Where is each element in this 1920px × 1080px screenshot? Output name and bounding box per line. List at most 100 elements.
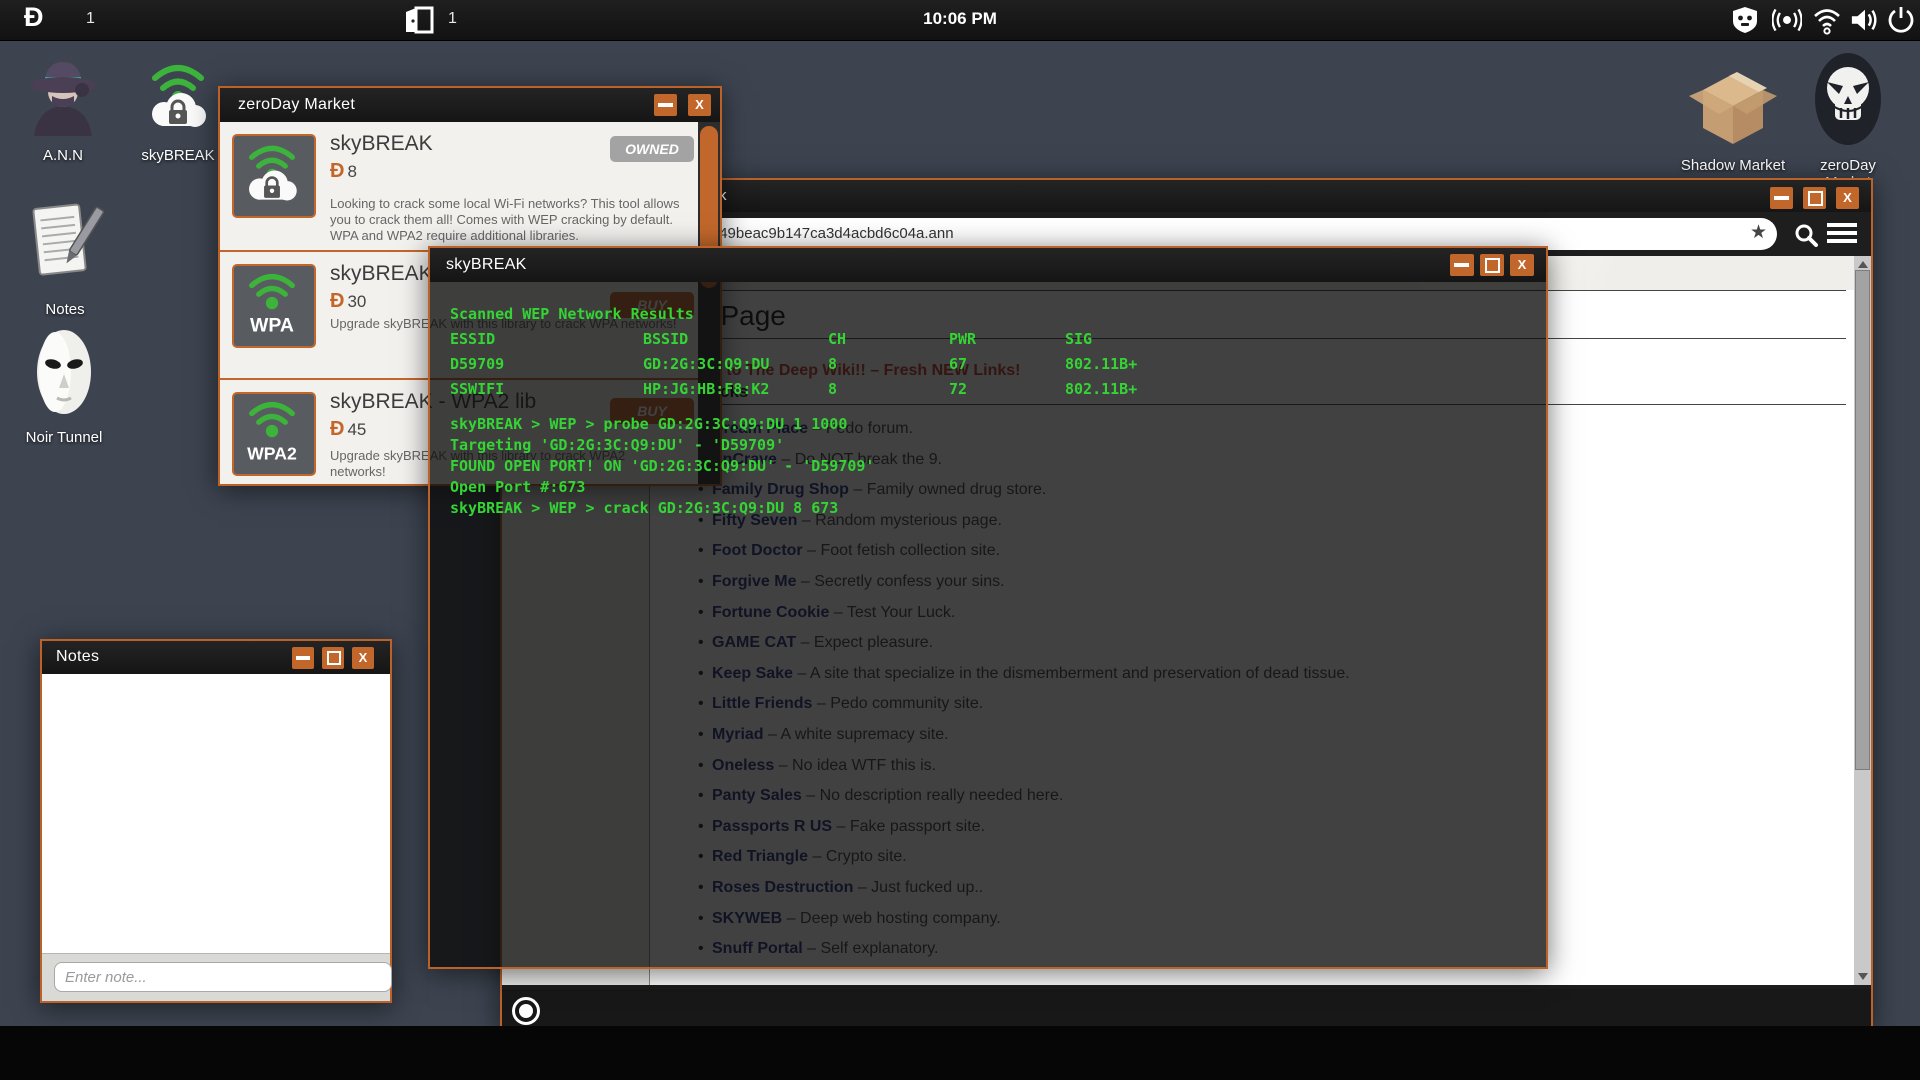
notes-footer (42, 953, 392, 1001)
clock: 10:06 PM (923, 9, 997, 28)
desktop-icon-label: skyBREAK (141, 147, 215, 164)
volume-icon[interactable] (1850, 5, 1880, 35)
terminal-titlebar[interactable]: skyBREAK X (430, 248, 1546, 282)
terminal-command: Targeting 'GD:2G:3C:Q9:DU' - 'D59709' (450, 436, 785, 454)
terminal-command: Open Port #:673 (450, 478, 586, 496)
ann-hacker-icon (30, 62, 96, 136)
menu-hamburger-icon[interactable] (1827, 223, 1857, 243)
desktop-icon-label: Notes (45, 301, 85, 318)
col-header: BSSID (643, 330, 689, 348)
item-description: Looking to crack some local Wi-Fi networ… (330, 196, 680, 243)
skybreak-cloud-lock-icon (152, 65, 206, 127)
terminal-close-button[interactable]: X (1510, 254, 1534, 276)
bookmark-star-icon[interactable]: ★ (1750, 221, 1767, 244)
browser-scrollbar[interactable] (1854, 256, 1871, 985)
currency-icon: Đ (330, 160, 345, 182)
svg-text:WPA: WPA (250, 314, 294, 336)
item-icon-cloud-lock (232, 134, 316, 218)
table-cell: D59709 (450, 355, 505, 373)
col-header: PWR (949, 330, 977, 348)
noir-mask-icon (37, 330, 91, 414)
market-minimize-button[interactable] (654, 94, 677, 116)
table-cell: 8 (828, 355, 838, 373)
notes-window: Notes X (40, 639, 392, 1003)
url-text: 905f49beac9b147ca3d4acbd6c04a.ann (690, 225, 954, 242)
cardboard-box-icon (1689, 72, 1777, 144)
col-header: ESSID (450, 330, 496, 348)
desktop: A.N.N skyBREAK Notes Noir Tunnel Shadow … (0, 0, 1920, 1080)
record-indicator-icon[interactable] (512, 997, 540, 1025)
table-cell: GD:2G:3C:Q9:DU (643, 355, 770, 373)
power-icon[interactable] (1886, 5, 1916, 35)
browser-close-button[interactable]: X (1836, 187, 1859, 209)
desktop-icon-label: A.N.N (42, 147, 83, 164)
desktop-icon-label: Noir Tunnel (25, 429, 103, 446)
door-count: 1 (448, 10, 457, 27)
terminal-window-title: skyBREAK (446, 256, 527, 273)
browser-maximize-button[interactable] (1803, 187, 1826, 209)
table-cell: SSWIFI (450, 380, 505, 398)
currency-icon: Đ (24, 2, 44, 32)
table-cell: 802.11B+ (1065, 380, 1138, 398)
terminal-command: skyBREAK > WEP > crack GD:2G:3C:Q9:DU 8 … (450, 499, 839, 517)
desktop-icon-zeroday-market[interactable]: zeroDay Market (1796, 52, 1900, 191)
table-cell: 802.11B+ (1065, 355, 1138, 373)
item-price: Đ8 (330, 160, 357, 182)
market-item-skybreak[interactable]: skyBREAK Đ8 OWNED Looking to crack some … (220, 122, 720, 252)
notes-window-title: Notes (56, 648, 100, 665)
item-price: Đ 30 (330, 290, 367, 312)
terminal-command: skyBREAK > WEP > probe GD:2G:3C:Q9:DU 1 … (450, 415, 848, 433)
market-window-title: zeroDay Market (238, 96, 356, 113)
table-cell: 8 (828, 380, 838, 398)
browser-status-bar (502, 989, 1871, 1029)
col-header: CH (828, 330, 847, 348)
table-cell: 67 (949, 355, 968, 373)
desktop-icon-shadow-market[interactable]: Shadow Market (1678, 56, 1788, 174)
terminal-console[interactable]: Scanned WEP Network Results ESSID BSSID … (430, 282, 1546, 967)
col-header: SIG (1065, 330, 1093, 348)
svg-text:WPA2: WPA2 (247, 443, 297, 463)
owned-badge: OWNED (610, 136, 694, 162)
broadcast-icon[interactable] (1772, 5, 1802, 35)
note-input[interactable] (54, 962, 392, 992)
bottom-taskbar (0, 1026, 1920, 1080)
currency-icon: Đ (330, 290, 345, 312)
terminal-line: Scanned WEP Network Results (450, 305, 694, 323)
door-icon (406, 6, 434, 34)
notes-maximize-button[interactable] (322, 647, 344, 669)
top-status-bar: Đ 1 1 10:06 PM (0, 0, 1920, 41)
scrollbar-thumb[interactable] (1855, 270, 1870, 770)
desktop-icon-label: Shadow Market (1680, 157, 1786, 174)
terminal-minimize-button[interactable] (1450, 254, 1474, 276)
item-price: Đ 45 (330, 418, 367, 440)
notes-close-button[interactable]: X (352, 647, 374, 669)
notes-notepad-icon (32, 203, 105, 276)
scroll-up-arrow[interactable] (1858, 261, 1868, 268)
desktop-icon-skybreak[interactable]: skyBREAK (132, 52, 224, 164)
desktop-icon-notes[interactable]: Notes (20, 196, 110, 318)
currency-count: 1 (86, 10, 95, 27)
shield-skull-icon[interactable] (1730, 5, 1760, 35)
search-icon[interactable] (1793, 222, 1819, 248)
skull-icon (1815, 53, 1881, 145)
item-icon-wpa: WPA (232, 264, 316, 348)
item-name: skyBREAK (330, 132, 433, 155)
wifi-icon[interactable] (1812, 5, 1842, 35)
market-titlebar[interactable]: zeroDay Market X (220, 88, 720, 122)
notes-titlebar[interactable]: Notes X (42, 641, 390, 674)
desktop-icon-ann[interactable]: A.N.N (18, 52, 108, 164)
market-close-button[interactable]: X (688, 94, 711, 116)
item-icon-wpa2: WPA2 (232, 392, 316, 476)
table-cell: HP:JG:HB:F8:K2 (643, 380, 770, 398)
notes-list-area[interactable] (42, 674, 390, 954)
table-cell: 72 (949, 380, 968, 398)
terminal-window: skyBREAK X Scanned WEP Network Results E… (428, 246, 1548, 969)
currency-icon: Đ (330, 418, 345, 440)
terminal-output: Scanned WEP Network Results ESSID BSSID … (450, 297, 1536, 957)
desktop-icon-noir-tunnel[interactable]: Noir Tunnel (16, 326, 112, 446)
terminal-command: FOUND OPEN PORT! ON 'GD:2G:3C:Q9:DU' - '… (450, 457, 875, 475)
terminal-maximize-button[interactable] (1480, 254, 1504, 276)
browser-minimize-button[interactable] (1770, 187, 1793, 209)
notes-minimize-button[interactable] (292, 647, 314, 669)
scroll-down-arrow[interactable] (1858, 973, 1868, 980)
